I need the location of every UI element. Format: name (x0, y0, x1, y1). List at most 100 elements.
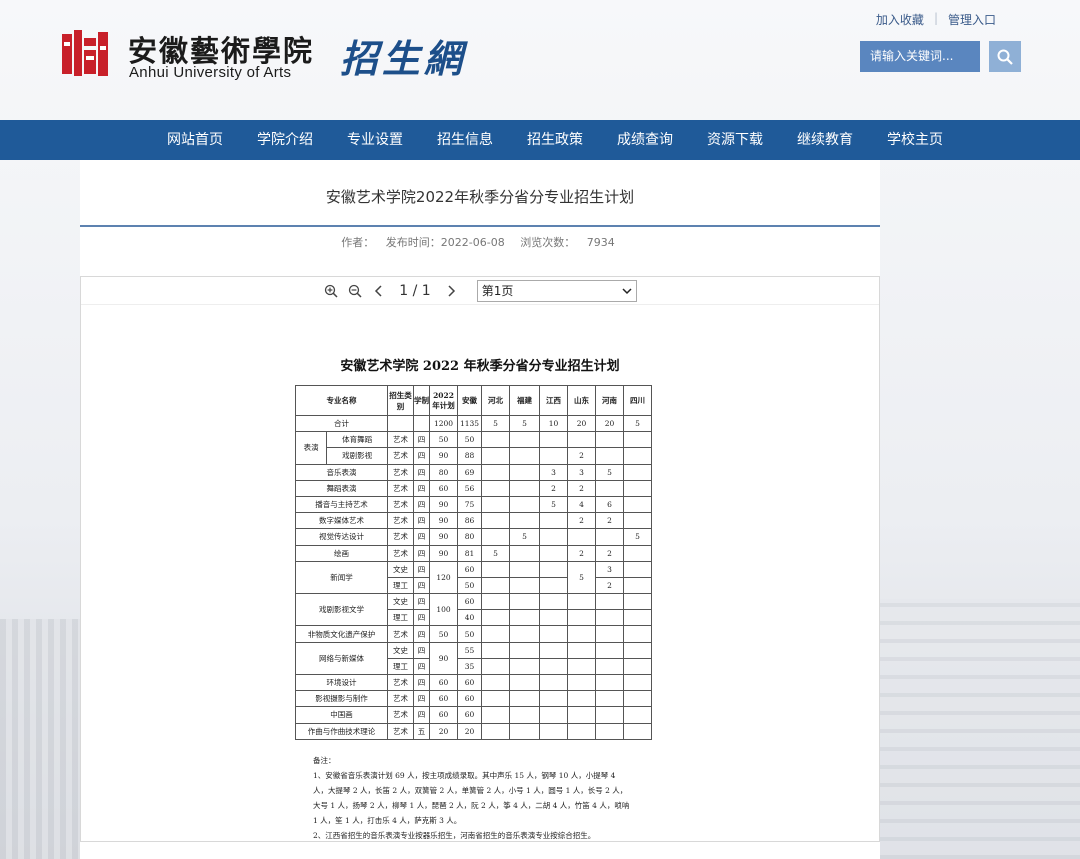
table-cell: 80 (457, 528, 482, 546)
table-cell (567, 722, 596, 740)
table-cell: 四 (413, 495, 430, 514)
prev-page-icon[interactable] (371, 283, 387, 299)
table-cell (623, 690, 652, 708)
table-cell (623, 657, 652, 676)
table-cell (509, 593, 540, 611)
table-cell (481, 447, 510, 465)
table-cell: 60 (429, 706, 458, 724)
table-cell (509, 560, 540, 578)
table-header-row: 专业名称 招生类别 学制 2022年计划 安徽 河北 福建 江西 山东 河南 四… (295, 385, 652, 416)
search-button[interactable] (989, 41, 1021, 72)
table-cell (481, 690, 510, 708)
school-name-en: Anhui University of Arts (129, 64, 292, 81)
table-cell: 艺术 (387, 431, 414, 449)
table-cell: 4 (567, 495, 596, 514)
table-cell: 四 (413, 479, 430, 497)
table-cell: 四 (413, 593, 430, 611)
table-cell (623, 609, 652, 627)
nav-item-continuing-edu[interactable]: 继续教育 (797, 120, 853, 160)
header-sichuan: 四川 (623, 385, 652, 416)
nav-item-majors[interactable]: 专业设置 (347, 120, 403, 160)
search-input[interactable]: 请输入关键词... (860, 41, 980, 72)
nav-item-admission-info[interactable]: 招生信息 (437, 120, 493, 160)
table-cell: 5 (623, 528, 652, 546)
search-icon (997, 49, 1013, 65)
table-cell: 3 (567, 463, 596, 481)
notes-line: 2、江西省招生的音乐表演专业按器乐招生，河南省招生的音乐表演专业按综合招生。 (313, 831, 596, 840)
table-cell: 理工 (387, 576, 414, 595)
table-cell: 文史 (387, 560, 414, 578)
admin-login-link[interactable]: 管理入口 (948, 11, 996, 28)
table-cell: 60 (429, 479, 458, 497)
table-cell: 数字媒体艺术 (295, 512, 388, 530)
page-select[interactable]: 第1页 (476, 279, 637, 302)
table-cell: 90 (429, 544, 458, 562)
table-cell: 四 (413, 431, 430, 449)
table-cell: 120 (429, 560, 458, 595)
table-cell: 60 (457, 673, 482, 692)
zoom-in-icon[interactable] (323, 283, 339, 299)
header-henan: 河南 (595, 385, 624, 416)
table-cell: 5 (509, 414, 540, 433)
table-cell (481, 560, 510, 578)
nav-item-score-query[interactable]: 成绩查询 (617, 120, 673, 160)
zoom-out-icon[interactable] (347, 283, 363, 299)
table-cell (539, 690, 568, 708)
table-cell (539, 625, 568, 643)
table-cell: 5 (623, 414, 652, 433)
table-cell: 40 (457, 609, 482, 627)
table-row: 中国画 艺术四 60 60 (295, 706, 652, 724)
table-cell: 56 (457, 479, 482, 497)
table-cell: 四 (413, 512, 430, 530)
table-cell: 表演 (294, 431, 328, 465)
table-row: 播音与主持艺术 艺术四 90 75 5 4 6 (295, 495, 652, 514)
add-favorite-link[interactable]: 加入收藏 (876, 11, 924, 28)
table-cell (481, 495, 510, 514)
table-cell: 6 (595, 495, 624, 514)
table-cell: 90 (429, 641, 458, 676)
table-cell: 四 (413, 641, 430, 659)
table-cell (539, 722, 568, 740)
nav-item-school-home[interactable]: 学校主页 (887, 120, 943, 160)
table-cell (567, 625, 596, 643)
table-cell (539, 512, 568, 530)
table-cell: 5 (481, 414, 510, 433)
table-cell (595, 706, 624, 724)
table-cell: 网络与新媒体 (295, 641, 388, 676)
table-cell (509, 609, 540, 627)
table-cell (595, 673, 624, 692)
table-cell: 2 (539, 479, 568, 497)
table-cell: 非物质文化遗产保护 (295, 625, 388, 643)
table-cell: 中国画 (295, 706, 388, 724)
chevron-down-icon (622, 287, 632, 294)
table-cell: 艺术 (387, 706, 414, 724)
header-fujian: 福建 (509, 385, 540, 416)
table-cell (567, 641, 596, 659)
table-cell: 1135 (457, 414, 482, 433)
table-cell: 35 (457, 657, 482, 676)
table-cell (623, 673, 652, 692)
table-cell (623, 512, 652, 530)
nav-item-admission-policy[interactable]: 招生政策 (527, 120, 583, 160)
table-cell: 音乐表演 (295, 463, 388, 481)
divider: | (933, 11, 938, 25)
table-cell: 88 (457, 447, 482, 465)
nav-item-about[interactable]: 学院介绍 (257, 120, 313, 160)
table-cell (595, 593, 624, 611)
school-logo-icon[interactable] (60, 28, 112, 80)
nav-item-home[interactable]: 网站首页 (167, 120, 223, 160)
nav-item-downloads[interactable]: 资源下载 (707, 120, 763, 160)
table-cell (623, 463, 652, 481)
table-cell (509, 657, 540, 676)
next-page-icon[interactable] (443, 283, 459, 299)
table-cell (539, 609, 568, 627)
table-cell: 体育舞蹈 (326, 431, 388, 449)
table-cell (481, 463, 510, 481)
table-cell (387, 414, 414, 433)
header-shandong: 山东 (567, 385, 596, 416)
table-cell (509, 463, 540, 481)
table-cell: 戏剧影视 (326, 447, 388, 465)
table-cell: 四 (413, 544, 430, 562)
table-row: 视觉传达设计 艺术四 90 80 5 5 (295, 528, 652, 546)
notes-line: 大号 1 人，扬琴 2 人，柳琴 1 人，琵琶 2 人，阮 2 人，筝 4 人，… (313, 801, 630, 810)
